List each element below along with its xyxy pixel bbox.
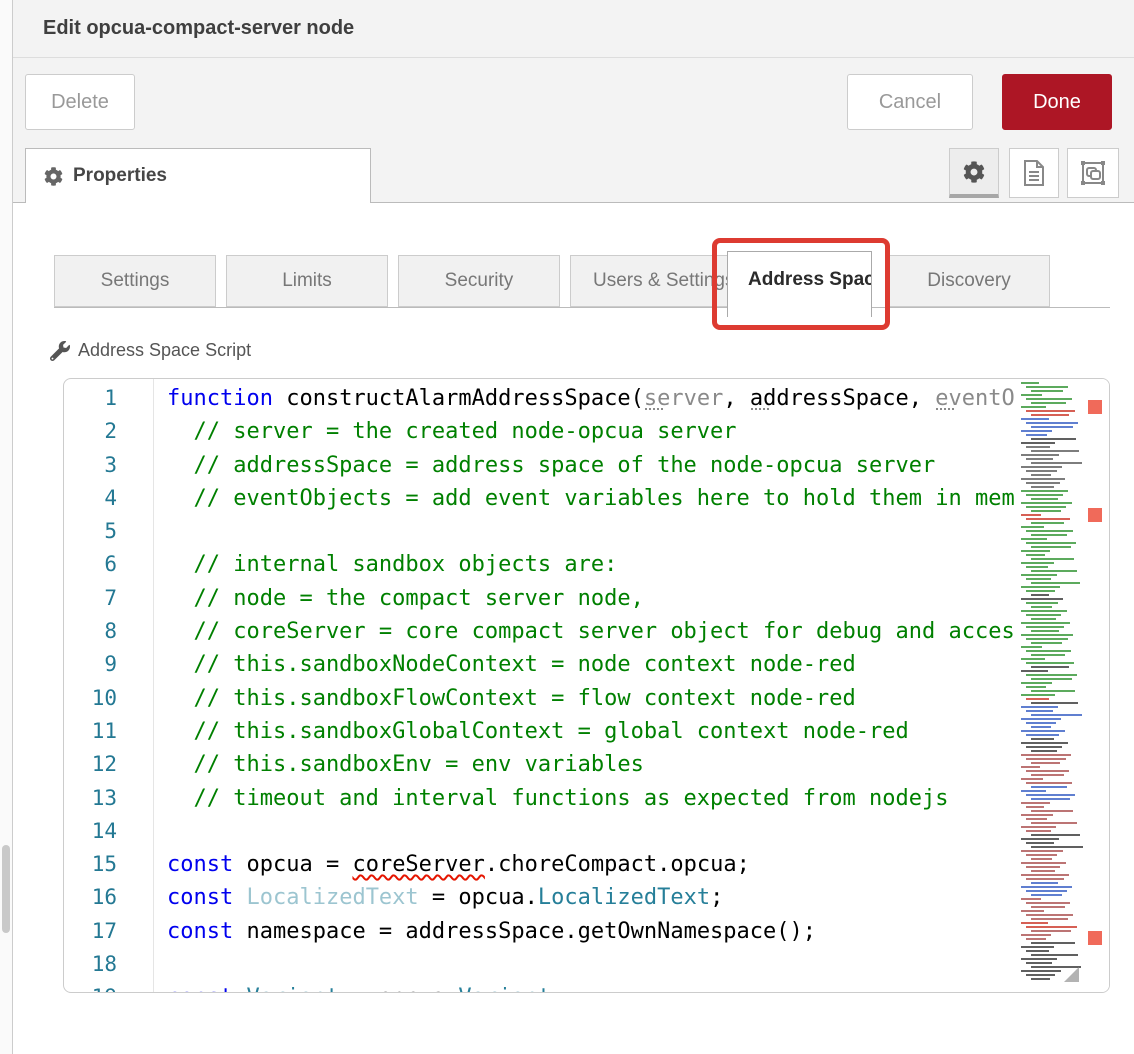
code-line: // node = the compact server node, <box>167 582 1019 615</box>
code-line: const namespace = addressSpace.getOwnNam… <box>167 915 1019 948</box>
error-marker <box>1088 508 1102 522</box>
code-line <box>167 815 1019 848</box>
code-editor[interactable]: 12345678910111213141516171819 function c… <box>63 378 1110 993</box>
line-number: 5 <box>64 515 117 548</box>
properties-tab-label: Properties <box>73 165 167 187</box>
address-space-script-label: Address Space Script <box>50 340 251 361</box>
code-line: const LocalizedText = opcua.LocalizedTex… <box>167 881 1019 914</box>
line-number: 9 <box>64 648 117 681</box>
tab-limits[interactable]: Limits <box>226 255 388 307</box>
code-line: // this.sandboxNodeContext = node contex… <box>167 648 1019 681</box>
line-number: 16 <box>64 881 117 914</box>
code-line: // this.sandboxFlowContext = flow contex… <box>167 682 1019 715</box>
code-line: // this.sandboxGlobalContext = global co… <box>167 715 1019 748</box>
line-number: 10 <box>64 682 117 715</box>
code-line: // eventObjects = add event variables he… <box>167 482 1019 515</box>
line-number: 17 <box>64 915 117 948</box>
tab-settings[interactable]: Settings <box>54 255 216 307</box>
editor-gutter: 12345678910111213141516171819 <box>64 379 154 992</box>
line-number: 6 <box>64 548 117 581</box>
vertical-scrollbar-thumb[interactable] <box>2 845 10 933</box>
editor-minimap[interactable] <box>1019 379 1084 992</box>
main-tabbar: Properties <box>13 148 1134 203</box>
line-number: 19 <box>64 981 117 993</box>
line-number: 18 <box>64 948 117 981</box>
code-line: // addressSpace = address space of the n… <box>167 449 1019 482</box>
properties-tool-button[interactable] <box>949 148 999 198</box>
line-number: 1 <box>64 382 117 415</box>
code-line: // internal sandbox objects are: <box>167 548 1019 581</box>
dialog-title: Edit opcua-compact-server node <box>43 0 354 57</box>
line-number: 13 <box>64 782 117 815</box>
code-line <box>167 515 1019 548</box>
line-number: 2 <box>64 415 117 448</box>
line-number: 14 <box>64 815 117 848</box>
code-line: const opcua = coreServer.choreCompact.op… <box>167 848 1019 881</box>
code-line: // coreServer = core compact server obje… <box>167 615 1019 648</box>
tab-properties[interactable]: Properties <box>25 148 371 203</box>
appearance-tool-button[interactable] <box>1067 148 1119 198</box>
code-line: // server = the created node-opcua serve… <box>167 415 1019 448</box>
settings-tab-row: Settings Limits Security Users & Setting… <box>54 255 1110 308</box>
error-marker <box>1088 931 1102 945</box>
line-number: 3 <box>64 449 117 482</box>
file-text-icon <box>1022 160 1046 186</box>
tab-address-space[interactable]: Address Space <box>727 251 872 317</box>
description-tool-button[interactable] <box>1009 148 1059 198</box>
code-line <box>167 948 1019 981</box>
editor-code[interactable]: function constructAlarmAddressSpace(serv… <box>167 382 1019 992</box>
tab-security[interactable]: Security <box>398 255 560 307</box>
editor-ruler <box>1084 379 1109 992</box>
line-number: 8 <box>64 615 117 648</box>
code-line: function constructAlarmAddressSpace(serv… <box>167 382 1019 415</box>
line-number: 11 <box>64 715 117 748</box>
dialog-header: Edit opcua-compact-server node <box>13 0 1134 58</box>
left-rail <box>0 0 13 1054</box>
code-line: // timeout and interval functions as exp… <box>167 782 1019 815</box>
tab-users-settings[interactable]: Users & Settings <box>570 255 732 307</box>
done-button[interactable]: Done <box>1002 74 1112 130</box>
wrench-icon <box>50 341 70 361</box>
resize-grip[interactable] <box>1064 967 1079 982</box>
delete-button[interactable]: Delete <box>25 74 135 130</box>
line-number: 7 <box>64 582 117 615</box>
cog-icon <box>44 167 63 186</box>
cancel-button[interactable]: Cancel <box>847 74 973 130</box>
line-number: 12 <box>64 748 117 781</box>
tab-discovery[interactable]: Discovery <box>888 255 1050 307</box>
line-number: 4 <box>64 482 117 515</box>
appearance-icon <box>1080 160 1106 186</box>
error-marker <box>1088 400 1102 414</box>
section-label-text: Address Space Script <box>78 340 251 361</box>
code-line: // this.sandboxEnv = env variables <box>167 748 1019 781</box>
dialog-toolbar: Delete Cancel Done <box>13 58 1134 148</box>
code-line: const Variant = opcua.Variant; <box>167 981 1019 992</box>
cog-icon <box>963 161 985 183</box>
line-number: 15 <box>64 848 117 881</box>
